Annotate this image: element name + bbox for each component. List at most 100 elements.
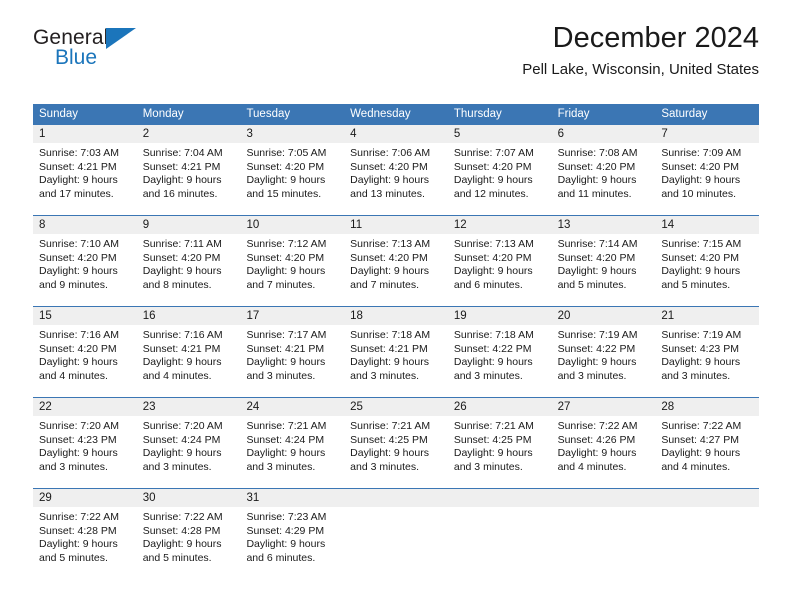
day-daylight-line1-text: Daylight: 9 hours (557, 356, 637, 369)
day-daylight-line2-text: and 10 minutes. (661, 187, 737, 200)
day-cell[interactable]: 27 Sunrise: 7:22 AM Sunset: 4:26 PM Dayligh… (551, 398, 656, 488)
day-daylight-line1-text: Daylight: 9 hours (453, 265, 533, 278)
day-cell[interactable]: 10 Sunrise: 7:12 AM Sunset: 4:20 PM Dayligh… (240, 216, 345, 306)
day-daylight-line1-text: Daylight: 9 hours (39, 174, 118, 187)
day-number: 21 (655, 307, 760, 325)
day-sunrise-text: Sunrise: 7:22 AM (661, 420, 742, 432)
day-details: Sunrise: 7:07 AM Sunset: 4:20 PM Daylight:… (448, 143, 552, 207)
day-daylight-line2-text: and 5 minutes. (142, 551, 212, 564)
day-sunrise-text: Sunrise: 7:21 AM (350, 420, 431, 432)
day-number: 28 (655, 398, 760, 416)
day-daylight-line1-text: Daylight: 9 hours (350, 174, 429, 187)
day-cell[interactable]: 8 Sunrise: 7:10 AM Sunset: 4:20 PM Daylight… (33, 216, 137, 306)
day-cell[interactable]: 2 Sunrise: 7:04 AM Sunset: 4:21 PM Daylight… (136, 125, 241, 215)
day-sunrise-text: Sunrise: 7:04 AM (142, 147, 223, 159)
day-details: Sunrise: 7:08 AM Sunset: 4:20 PM Daylight:… (552, 143, 656, 207)
day-cell[interactable]: 29 Sunrise: 7:22 AM Sunset: 4:28 PM Dayligh… (33, 489, 137, 579)
day-cell[interactable]: 24 Sunrise: 7:21 AM Sunset: 4:24 PM Dayligh… (240, 398, 345, 488)
day-cell[interactable]: 14 Sunrise: 7:15 AM Sunset: 4:20 PM Dayligh… (655, 216, 760, 306)
day-sunset-text: Sunset: 4:21 PM (142, 160, 221, 173)
day-cell[interactable]: 23 Sunrise: 7:20 AM Sunset: 4:24 PM Dayligh… (136, 398, 241, 488)
day-number: 27 (551, 398, 656, 416)
day-details: Sunrise: 7:18 AM Sunset: 4:21 PM Daylight:… (344, 325, 448, 389)
day-cell[interactable]: 16 Sunrise: 7:16 AM Sunset: 4:21 PM Dayligh… (136, 307, 241, 397)
day-sunset-text: Sunset: 4:20 PM (453, 251, 532, 264)
day-daylight-line1-text: Daylight: 9 hours (39, 538, 118, 551)
day-cell[interactable]: 26 Sunrise: 7:21 AM Sunset: 4:25 PM Dayligh… (447, 398, 552, 488)
day-daylight-line2-text: and 6 minutes. (246, 551, 316, 564)
day-cell[interactable]: 3 Sunrise: 7:05 AM Sunset: 4:20 PM Daylight… (240, 125, 345, 215)
day-details (448, 507, 552, 517)
day-daylight-line2-text: and 3 minutes. (39, 460, 108, 473)
day-number (344, 489, 448, 507)
day-number: 22 (33, 398, 137, 416)
day-sunrise-text: Sunrise: 7:20 AM (142, 420, 223, 432)
day-daylight-line1-text: Daylight: 9 hours (557, 265, 637, 278)
day-cell[interactable]: 18 Sunrise: 7:18 AM Sunset: 4:21 PM Dayligh… (344, 307, 448, 397)
weekday-header-row: Sunday Monday Tuesday Wednesday Thursday Frid… (33, 104, 759, 125)
day-number: 9 (136, 216, 241, 234)
day-sunrise-text: Sunrise: 7:10 AM (39, 238, 119, 250)
day-cell[interactable]: 17 Sunrise: 7:17 AM Sunset: 4:21 PM Dayligh… (240, 307, 345, 397)
day-sunrise-text: Sunrise: 7:13 AM (453, 238, 534, 250)
day-cell[interactable]: 15 Sunrise: 7:16 AM Sunset: 4:20 PM Dayligh… (33, 307, 137, 397)
day-sunset-text: Sunset: 4:24 PM (142, 433, 221, 446)
day-sunset-text: Sunset: 4:20 PM (142, 251, 221, 264)
day-number: 30 (136, 489, 241, 507)
day-sunrise-text: Sunrise: 7:05 AM (246, 147, 327, 159)
day-sunset-text: Sunset: 4:23 PM (661, 342, 739, 355)
day-details: Sunrise: 7:22 AM Sunset: 4:28 PM Daylight:… (137, 507, 241, 571)
day-details: Sunrise: 7:19 AM Sunset: 4:23 PM Daylight:… (655, 325, 759, 389)
day-cell[interactable]: 7 Sunrise: 7:09 AM Sunset: 4:20 PM Daylight… (655, 125, 760, 215)
day-number: 12 (447, 216, 552, 234)
day-sunrise-text: Sunrise: 7:21 AM (453, 420, 534, 432)
day-cell[interactable]: 19 Sunrise: 7:18 AM Sunset: 4:22 PM Dayligh… (447, 307, 552, 397)
day-cell-empty (344, 489, 448, 579)
day-cell[interactable]: 13 Sunrise: 7:14 AM Sunset: 4:20 PM Dayligh… (551, 216, 656, 306)
day-cell[interactable]: 1 Sunrise: 7:03 AM Sunset: 4:21 PM Daylight… (33, 125, 137, 215)
day-daylight-line1-text: Daylight: 9 hours (246, 356, 326, 369)
day-daylight-line1-text: Daylight: 9 hours (246, 265, 326, 278)
day-sunset-text: Sunset: 4:22 PM (453, 342, 532, 355)
general-blue-logo[interactable]: General Blue (33, 26, 183, 86)
day-cell[interactable]: 9 Sunrise: 7:11 AM Sunset: 4:20 PM Daylight… (136, 216, 241, 306)
day-sunset-text: Sunset: 4:26 PM (557, 433, 636, 446)
day-details: Sunrise: 7:03 AM Sunset: 4:21 PM Daylight:… (33, 143, 137, 207)
day-cell[interactable]: 28 Sunrise: 7:22 AM Sunset: 4:27 PM Dayligh… (655, 398, 760, 488)
weekday-header-thursday: Thursday (453, 108, 502, 120)
day-cell[interactable]: 5 Sunrise: 7:07 AM Sunset: 4:20 PM Daylight… (447, 125, 552, 215)
day-daylight-line2-text: and 3 minutes. (350, 460, 420, 473)
day-sunrise-text: Sunrise: 7:18 AM (453, 329, 534, 341)
day-sunset-text: Sunset: 4:22 PM (557, 342, 636, 355)
day-sunrise-text: Sunrise: 7:22 AM (557, 420, 638, 432)
day-sunset-text: Sunset: 4:29 PM (246, 524, 325, 537)
day-number: 4 (344, 125, 448, 143)
day-number: 5 (447, 125, 552, 143)
day-cell[interactable]: 20 Sunrise: 7:19 AM Sunset: 4:22 PM Dayligh… (551, 307, 656, 397)
day-details: Sunrise: 7:11 AM Sunset: 4:20 PM Daylight:… (137, 234, 241, 298)
day-cell[interactable]: 4 Sunrise: 7:06 AM Sunset: 4:20 PM Daylight… (344, 125, 448, 215)
day-number: 29 (33, 489, 137, 507)
day-cell[interactable]: 6 Sunrise: 7:08 AM Sunset: 4:20 PM Daylight… (551, 125, 656, 215)
day-details: Sunrise: 7:12 AM Sunset: 4:20 PM Daylight:… (240, 234, 344, 298)
day-cell[interactable]: 21 Sunrise: 7:19 AM Sunset: 4:23 PM Dayligh… (655, 307, 760, 397)
day-cell[interactable]: 31 Sunrise: 7:23 AM Sunset: 4:29 PM Dayligh… (240, 489, 345, 579)
day-cell[interactable]: 25 Sunrise: 7:21 AM Sunset: 4:25 PM Dayligh… (344, 398, 448, 488)
day-daylight-line1-text: Daylight: 9 hours (39, 447, 118, 460)
day-daylight-line1-text: Daylight: 9 hours (39, 356, 118, 369)
day-cell[interactable]: 30 Sunrise: 7:22 AM Sunset: 4:28 PM Dayligh… (136, 489, 241, 579)
day-sunset-text: Sunset: 4:20 PM (39, 342, 117, 355)
logo-text-blue: Blue (55, 46, 98, 69)
day-daylight-line2-text: and 9 minutes. (39, 278, 108, 291)
day-daylight-line2-text: and 8 minutes. (142, 278, 212, 291)
day-cell[interactable]: 12 Sunrise: 7:13 AM Sunset: 4:20 PM Dayligh… (447, 216, 552, 306)
day-daylight-line1-text: Daylight: 9 hours (142, 447, 222, 460)
day-number: 3 (240, 125, 345, 143)
day-number: 26 (447, 398, 552, 416)
day-number: 31 (240, 489, 345, 507)
day-daylight-line2-text: and 3 minutes. (453, 369, 523, 382)
day-sunset-text: Sunset: 4:21 PM (142, 342, 221, 355)
weekday-header-monday: Monday (142, 108, 184, 120)
day-cell[interactable]: 11 Sunrise: 7:13 AM Sunset: 4:20 PM Dayligh… (344, 216, 448, 306)
day-cell[interactable]: 22 Sunrise: 7:20 AM Sunset: 4:23 PM Dayligh… (33, 398, 137, 488)
